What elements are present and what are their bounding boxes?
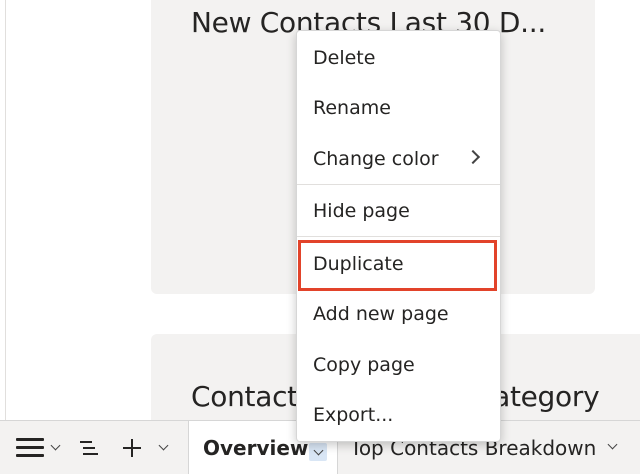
add-page-button[interactable]: [118, 421, 146, 474]
chevron-down-icon[interactable]: [607, 439, 618, 450]
chevron-right-icon: [465, 149, 481, 165]
hamburger-icon: [15, 437, 44, 458]
plus-icon: [123, 438, 141, 457]
menu-item-duplicate[interactable]: Duplicate: [297, 239, 500, 289]
menu-separator: [297, 236, 500, 237]
list-icon: [80, 440, 98, 455]
menu-item-change-color[interactable]: Change color: [297, 134, 500, 184]
menu-item-label: Rename: [313, 97, 391, 119]
menu-item-copy-page[interactable]: Copy page: [297, 340, 500, 390]
menu-item-hide-page[interactable]: Hide page: [297, 186, 500, 236]
menu-item-label: Hide page: [313, 200, 410, 222]
app-window: New Contacts Last 30 D... Contact Categor…: [0, 0, 640, 474]
tab-options-button[interactable]: [309, 443, 327, 461]
menu-item-delete[interactable]: Delete: [297, 33, 500, 83]
menu-item-label: Add new page: [313, 303, 449, 325]
chevron-down-icon: [158, 440, 168, 451]
menu-item-export[interactable]: Export...: [297, 390, 500, 440]
chevron-down-icon: [313, 445, 323, 455]
menu-separator: [297, 184, 500, 185]
pages-menu-button[interactable]: [10, 421, 64, 474]
menu-item-rename[interactable]: Rename: [297, 83, 500, 133]
menu-item-label: Export...: [313, 404, 394, 426]
tile-title-left: Contact: [191, 380, 298, 413]
add-page-options-button[interactable]: [152, 421, 174, 474]
page-list-button[interactable]: [74, 421, 104, 474]
chevron-down-icon: [50, 440, 60, 451]
menu-item-label: Copy page: [313, 354, 415, 376]
page-context-menu: Delete Rename Change color Hide page Dup…: [296, 30, 501, 442]
menu-item-add-new-page[interactable]: Add new page: [297, 289, 500, 339]
menu-item-label: Duplicate: [313, 253, 404, 275]
tab-label: Overview: [203, 435, 309, 460]
menu-item-label: Delete: [313, 47, 376, 69]
menu-item-label: Change color: [313, 148, 439, 170]
